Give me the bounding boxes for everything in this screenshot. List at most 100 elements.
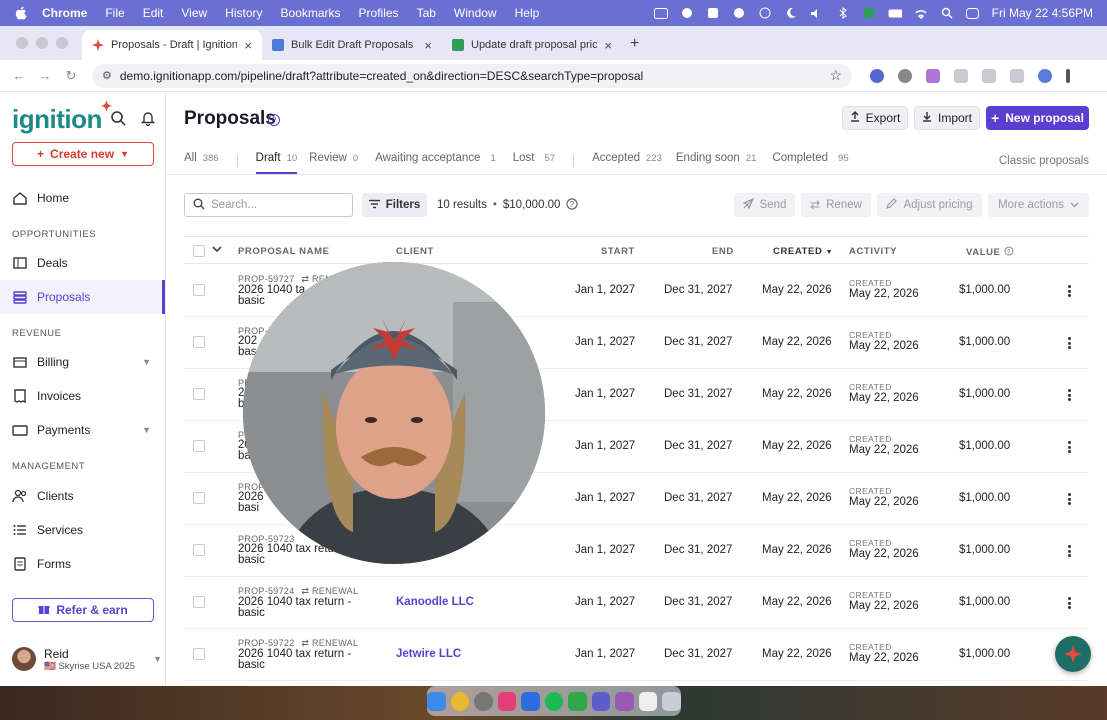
spotlight-search-icon[interactable]	[940, 7, 954, 19]
notes-icon[interactable]	[638, 691, 658, 711]
minimize-window-icon[interactable]	[36, 37, 48, 49]
row-actions-kebab-icon[interactable]	[1067, 441, 1071, 453]
search-input[interactable]: Search...	[184, 193, 353, 217]
row-checkbox[interactable]	[193, 648, 205, 660]
row-checkbox[interactable]	[193, 440, 205, 452]
url-text[interactable]: demo.ignitionapp.com/pipeline/draft?attr…	[120, 69, 822, 83]
search-icon[interactable]	[110, 110, 126, 126]
cast-icon[interactable]	[982, 68, 996, 83]
row-checkbox[interactable]	[193, 596, 205, 608]
filters-button[interactable]: Filters	[362, 193, 427, 217]
info-icon[interactable]: ?	[566, 197, 579, 213]
column-header-activity[interactable]: ACTIVITY	[849, 246, 897, 257]
browser-tab-update-pricing[interactable]: Update draft proposal pricing ×	[442, 30, 622, 60]
tab-lost[interactable]: Lost 57	[513, 148, 555, 174]
close-window-icon[interactable]	[16, 37, 28, 49]
menubar-clock[interactable]: Fri May 22 4:56PM	[992, 6, 1093, 20]
row-actions-kebab-icon[interactable]	[1067, 493, 1071, 505]
column-header-proposal-name[interactable]: PROPOSAL NAME	[238, 246, 330, 257]
system-settings-icon[interactable]	[474, 691, 493, 711]
create-new-button[interactable]: + Create new ▼	[12, 142, 154, 166]
ignition-assistant-button[interactable]	[1055, 636, 1091, 672]
app-icon[interactable]	[615, 691, 634, 711]
row-checkbox[interactable]	[193, 544, 205, 556]
column-header-start[interactable]: START	[601, 246, 635, 257]
tab-draft[interactable]: Draft 10	[255, 148, 297, 174]
notifications-bell-icon[interactable]	[140, 110, 156, 127]
moon-icon[interactable]	[784, 7, 798, 19]
table-row[interactable]: PROP-59722 ⇄ RENEWAL 2026 1040 tax retur…	[184, 629, 1089, 681]
user-account-menu[interactable]: Reid 🇺🇸 Skyrise USA 2025 ▼	[12, 644, 162, 674]
sidebar-item-proposals[interactable]: Proposals	[0, 280, 165, 314]
window-controls[interactable]	[16, 37, 68, 49]
menu-profiles[interactable]: Profiles	[359, 6, 399, 20]
screen-record-icon[interactable]	[653, 7, 668, 19]
row-checkbox[interactable]	[193, 388, 205, 400]
check-circle-icon[interactable]	[732, 7, 746, 19]
adjust-pricing-button[interactable]: Adjust pricing	[877, 193, 982, 217]
row-checkbox[interactable]	[193, 492, 205, 504]
zoom-window-icon[interactable]	[56, 37, 68, 49]
menu-file[interactable]: File	[105, 6, 124, 20]
spotify-icon[interactable]	[544, 691, 564, 711]
sidebar-item-forms[interactable]: Forms	[0, 547, 165, 581]
menu-tab[interactable]: Tab	[417, 6, 436, 20]
close-tab-icon[interactable]: ×	[424, 38, 432, 53]
import-button[interactable]: Import	[914, 106, 980, 130]
chrome-icon[interactable]	[450, 691, 470, 711]
classic-proposals-link[interactable]: Classic proposals	[999, 155, 1089, 167]
tab-ending-soon[interactable]: Ending soon 21	[676, 148, 757, 174]
menu-window[interactable]: Window	[454, 6, 497, 20]
menu-bookmarks[interactable]: Bookmarks	[281, 6, 341, 20]
menu-app-chrome[interactable]: Chrome	[42, 6, 87, 20]
teams-icon[interactable]	[591, 691, 611, 711]
volume-icon[interactable]	[810, 7, 824, 19]
chrome-menu-icon[interactable]	[1066, 68, 1070, 83]
profile-icon[interactable]	[1038, 68, 1052, 83]
extension-3-icon[interactable]	[926, 68, 940, 83]
new-proposal-button[interactable]: + New proposal	[986, 106, 1089, 130]
control-center-icon[interactable]	[966, 7, 980, 19]
extensions-puzzle-icon[interactable]	[954, 68, 968, 83]
tab-completed[interactable]: Completed 95	[772, 148, 848, 174]
trash-icon[interactable]	[662, 691, 682, 711]
battery-icon[interactable]	[888, 7, 902, 19]
help-icon[interactable]: ?	[268, 114, 280, 126]
row-checkbox[interactable]	[193, 284, 205, 296]
row-actions-kebab-icon[interactable]	[1067, 389, 1071, 401]
menu-view[interactable]: View	[181, 6, 207, 20]
column-header-value[interactable]: VALUE ?	[966, 246, 1014, 258]
grid-app-icon[interactable]	[706, 7, 720, 19]
download-icon[interactable]	[1010, 68, 1024, 83]
bulk-select-chevron-icon[interactable]	[212, 245, 222, 256]
column-header-created[interactable]: CREATED ▼	[773, 246, 833, 257]
menu-edit[interactable]: Edit	[143, 6, 164, 20]
sidebar-item-services[interactable]: Services	[0, 513, 165, 547]
app-tile-icon[interactable]	[862, 7, 876, 19]
extension-2-icon[interactable]	[898, 68, 912, 83]
reload-icon[interactable]: ↻	[64, 68, 78, 84]
tab-review[interactable]: Review 0	[309, 148, 358, 174]
more-actions-button[interactable]: More actions	[988, 193, 1089, 217]
clock-icon[interactable]	[758, 7, 772, 19]
bookmark-star-icon[interactable]: ☆	[829, 67, 842, 84]
client-link[interactable]: Jetwire LLC	[396, 648, 461, 660]
tab-all[interactable]: All 386	[184, 148, 219, 174]
address-bar[interactable]: ⚙ demo.ignitionapp.com/pipeline/draft?at…	[92, 63, 852, 88]
column-header-client[interactable]: CLIENT	[396, 246, 434, 257]
tab-accepted[interactable]: Accepted 223	[592, 148, 662, 174]
menu-help[interactable]: Help	[515, 6, 540, 20]
site-info-icon[interactable]: ⚙	[102, 69, 112, 82]
tab-awaiting-acceptance[interactable]: Awaiting acceptance 1	[375, 148, 496, 174]
export-button[interactable]: Export	[842, 106, 908, 130]
back-icon[interactable]: ←	[12, 68, 26, 83]
menu-history[interactable]: History	[225, 6, 262, 20]
row-actions-kebab-icon[interactable]	[1067, 285, 1071, 297]
row-checkbox[interactable]	[193, 336, 205, 348]
close-tab-icon[interactable]: ×	[604, 38, 612, 53]
webcam-overlay[interactable]	[243, 262, 545, 564]
send-button[interactable]: Send	[734, 193, 795, 217]
new-tab-icon[interactable]: +	[630, 35, 639, 53]
ignition-logo[interactable]: ignition ✦	[12, 98, 112, 135]
close-tab-icon[interactable]: ×	[244, 38, 252, 53]
